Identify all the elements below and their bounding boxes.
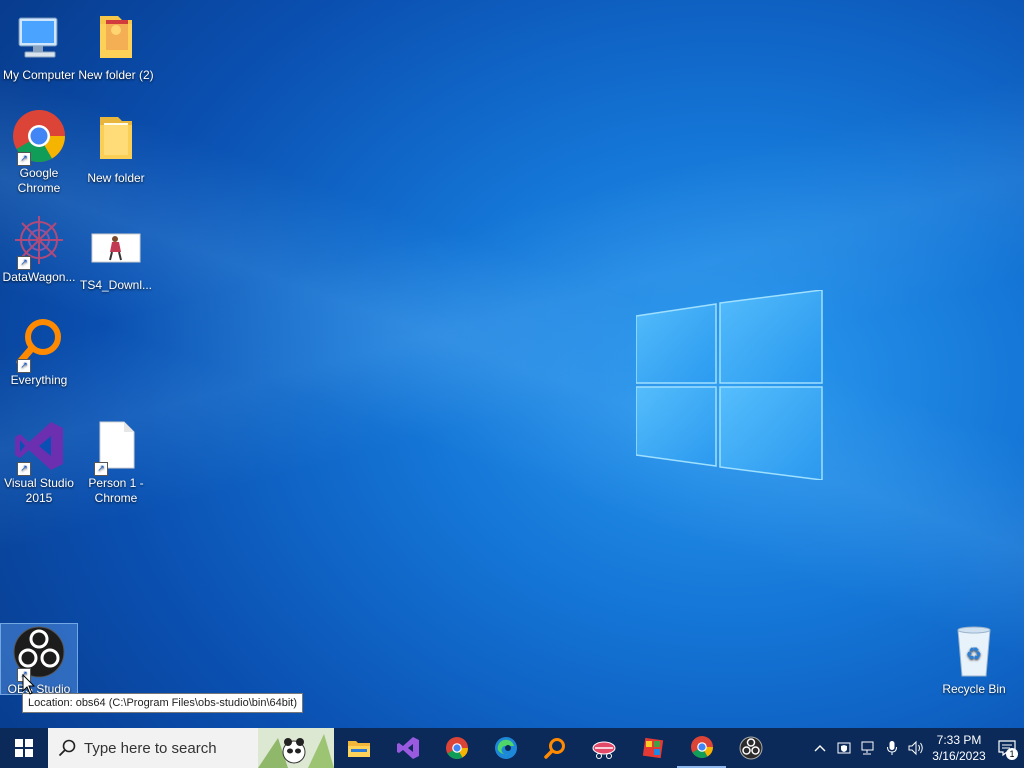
visual-studio-icon [396,737,419,759]
obs-icon: ↗ [11,624,67,682]
taskbar-snipping-tool[interactable] [579,728,628,768]
shortcut-arrow-icon: ↗ [17,152,31,166]
datawagon-icon: ↗ [11,212,67,270]
icon-label: Everything [10,373,68,387]
chrome-icon: ↗ [11,108,67,166]
desktop-icon-ts4-download[interactable]: TS4_Downl... [78,220,154,293]
recycle-bin-icon: ♻ [946,624,1002,680]
windows-logo-wallpaper [636,290,823,480]
security-shield-icon[interactable] [832,740,856,756]
desktop-icon-recycle-bin[interactable]: ♻ Recycle Bin [936,624,1012,697]
volume-icon[interactable] [904,740,928,756]
taskbar-chrome[interactable] [432,728,481,768]
search-icon [58,739,76,757]
icon-label: Recycle Bin [942,682,1006,696]
chrome-icon [445,737,468,759]
search-placeholder: Type here to search [84,739,217,757]
obs-icon [739,736,762,760]
chrome-icon [690,736,713,758]
desktop-icon-person1-chrome[interactable]: ↗ Person 1 - Chrome [78,418,154,506]
clock-date: 3/16/2023 [932,749,986,763]
taskbar-app-cube[interactable] [628,728,677,768]
icon-label: My Computer [2,68,76,82]
desktop-icon-everything[interactable]: ↗ Everything [1,315,77,388]
network-icon[interactable] [856,740,880,756]
taskbar-obs[interactable] [726,728,775,768]
taskbar-visual-studio[interactable] [383,728,432,768]
action-center-button[interactable]: 1 [990,728,1024,768]
icon-label: TS4_Downl... [79,278,153,292]
desktop-icon-visual-studio[interactable]: ↗ Visual Studio 2015 [1,418,77,506]
taskbar-edge[interactable] [481,728,530,768]
clock-time: 7:33 PM [936,733,982,747]
shortcut-arrow-icon: ↗ [17,359,31,373]
icon-label: New folder [87,171,145,185]
file-icon: ↗ [88,418,144,476]
taskbar-search-box[interactable]: Type here to search [48,728,334,768]
taskbar-chrome-profile[interactable] [677,728,726,768]
shortcut-arrow-icon: ↗ [94,462,108,476]
shortcut-arrow-icon: ↗ [17,462,31,476]
edge-icon [494,737,517,759]
start-button[interactable] [0,728,48,768]
taskbar-everything[interactable] [530,728,579,768]
notification-count-badge: 1 [1006,748,1018,760]
windows-start-icon [15,739,33,757]
computer-icon [11,10,67,66]
mouse-pointer-icon [22,674,36,695]
location-tooltip: Location: obs64 (C:\Program Files\obs-st… [22,693,304,713]
system-tray: 7:33 PM 3/16/2023 1 [808,728,1024,768]
everything-search-icon [543,738,565,759]
desktop-icon-new-folder-2[interactable]: New folder (2) [78,10,154,83]
taskbar-clock[interactable]: 7:33 PM 3/16/2023 [928,732,990,764]
icon-label: Visual Studio 2015 [4,476,74,505]
folder-icon [88,113,144,169]
everything-search-icon: ↗ [11,315,67,373]
taskbar: Type here to search 7:33 PM 3/16/2023 1 [0,728,1024,768]
desktop-icon-obs-studio[interactable]: ↗ OBS Studio [0,623,78,696]
icon-label: Google Chrome [17,166,61,195]
microphone-icon[interactable] [880,740,904,756]
desktop-icon-new-folder[interactable]: New folder [78,113,154,186]
icon-label: DataWagon... [2,270,76,284]
wallpaper-light-rays [0,0,1024,728]
taskbar-file-explorer[interactable] [334,728,383,768]
visual-studio-icon: ↗ [11,418,67,476]
icon-label: New folder (2) [78,68,154,82]
folder-icon [347,741,370,757]
search-highlight-panda-icon [258,728,334,768]
svg-text:♻: ♻ [966,644,982,665]
desktop-icon-google-chrome[interactable]: ↗ Google Chrome [1,108,77,196]
desktop-icon-datawagon[interactable]: ↗ DataWagon... [1,212,77,285]
folder-icon [88,10,144,66]
image-thumbnail-icon [88,220,144,276]
icon-label: Person 1 - Chrome [88,476,144,505]
shortcut-arrow-icon: ↗ [17,256,31,270]
desktop[interactable]: My Computer ↗ Google Chrome ↗ DataWagon.… [0,0,1024,728]
snipping-tool-icon [592,741,615,759]
app-cube-icon [642,737,663,759]
show-hidden-icons-chevron-up-icon[interactable] [808,744,832,752]
desktop-icon-my-computer[interactable]: My Computer [1,10,77,83]
